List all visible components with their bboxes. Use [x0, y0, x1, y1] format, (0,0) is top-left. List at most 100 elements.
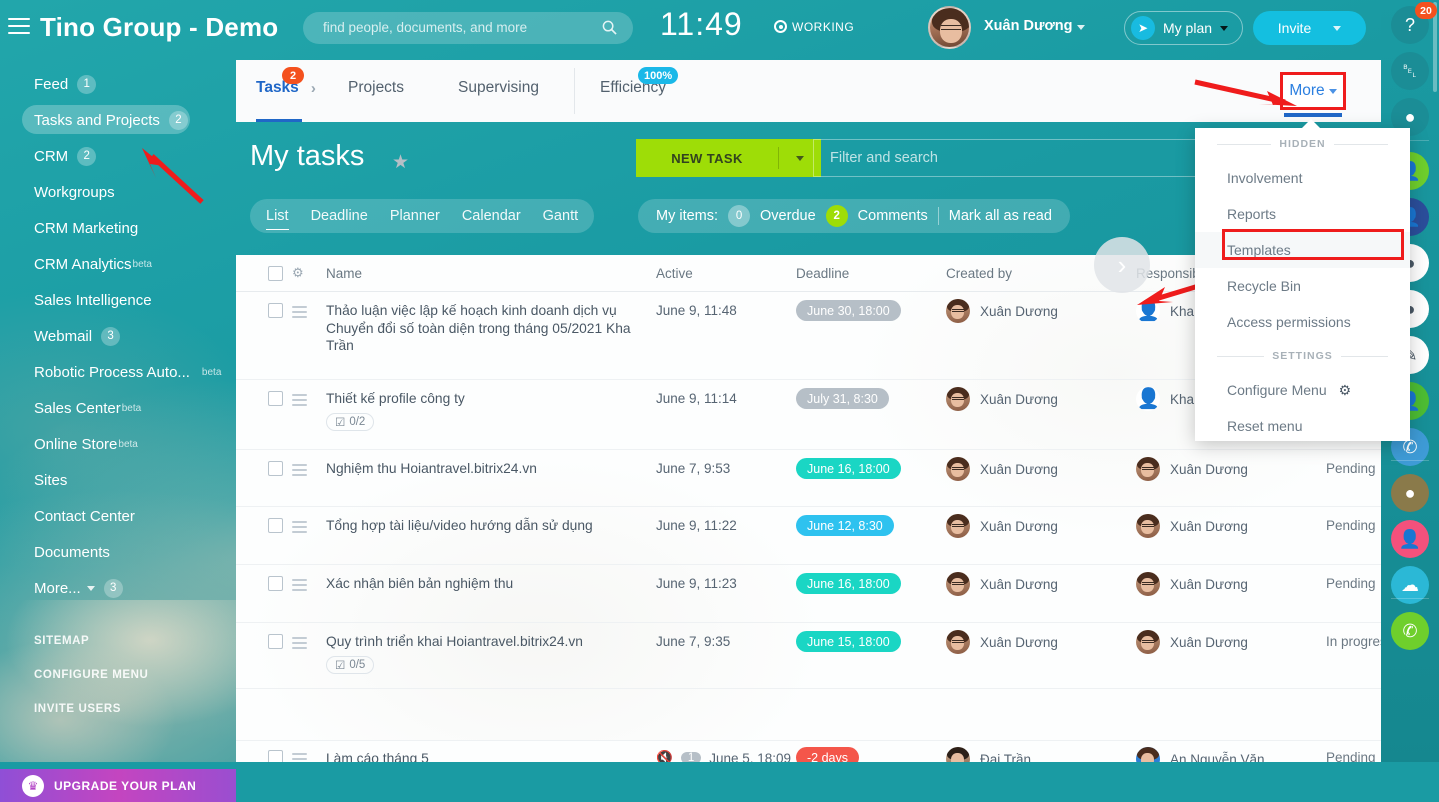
drag-handle[interactable] — [292, 292, 326, 321]
invite-button[interactable]: Invite — [1253, 11, 1366, 45]
table-row[interactable]: Tổng hợp tài liệu/video hướng dẫn sử dụn… — [236, 507, 1381, 565]
row-checkbox[interactable] — [236, 507, 292, 533]
view-list[interactable]: List — [266, 208, 289, 230]
task-name[interactable]: Quy trình triển khai Hoiantravel.bitrix2… — [326, 633, 656, 651]
task-deadline: July 31, 8:30 — [796, 380, 946, 409]
checklist-icon: ☑ — [335, 659, 346, 672]
table-row[interactable]: Nghiệm thu Hoiantravel.bitrix24.vn June 7… — [236, 450, 1381, 507]
sidebar-item-invite-users[interactable]: INVITE USERS — [0, 692, 236, 726]
upgrade-plan-banner[interactable]: ♛ UPGRADE YOUR PLAN — [0, 769, 236, 802]
tab-supervising[interactable]: Supervising — [458, 60, 539, 122]
sidebar-item-tasks-and-projects[interactable]: Tasks and Projects 2 — [0, 102, 236, 138]
tab-efficiency[interactable]: Efficiency 100% — [600, 60, 679, 122]
drag-handle[interactable] — [292, 380, 326, 409]
table-row[interactable]: Xác nhận biên bản nghiệm thu June 9, 11:2… — [236, 565, 1381, 623]
avatar: 👤 — [1136, 387, 1160, 411]
star-icon[interactable]: ★ — [392, 151, 409, 174]
drag-handle[interactable] — [292, 565, 326, 594]
divider — [937, 207, 939, 225]
task-name[interactable]: Tổng hợp tài liệu/video hướng dẫn sử dụn… — [326, 517, 656, 535]
select-all-checkbox[interactable] — [236, 265, 292, 281]
sidebar-item-feed[interactable]: Feed 1 — [0, 66, 236, 102]
row-checkbox[interactable] — [236, 380, 292, 406]
task-name[interactable]: Thảo luận việc lập kế hoạch kinh doanh d… — [326, 302, 656, 355]
row-checkbox[interactable] — [236, 623, 292, 649]
task-responsible: An Nguyễn Văn — [1136, 741, 1326, 762]
task-name[interactable]: Xác nhận biên bản nghiệm thu — [326, 575, 656, 593]
search-input[interactable]: find people, documents, and more — [303, 12, 633, 44]
upgrade-label: UPGRADE YOUR PLAN — [54, 778, 197, 793]
view-calendar[interactable]: Calendar — [462, 208, 521, 224]
sidebar-item-robotic-process-auto[interactable]: Robotic Process Auto... beta — [0, 354, 236, 390]
tab-tasks[interactable]: Tasks › 2 — [256, 60, 316, 122]
table-row[interactable]: Quy trình triển khai Hoiantravel.bitrix2… — [236, 623, 1381, 689]
dropdown-item-access-permissions[interactable]: Access permissions — [1195, 304, 1410, 340]
column-header-active[interactable]: Active — [656, 266, 796, 281]
row-checkbox[interactable] — [236, 450, 292, 476]
dropdown-item-templates[interactable]: Templates — [1195, 232, 1410, 268]
avatar-photo-icon[interactable]: ● — [1391, 474, 1429, 512]
sidebar-item-crm-analytics[interactable]: CRM Analytics beta — [0, 246, 236, 282]
sidebar-item-configure-menu[interactable]: CONFIGURE MENU — [0, 658, 236, 692]
hamburger-icon[interactable] — [8, 18, 30, 36]
drag-handle[interactable] — [292, 741, 326, 762]
task-deadline: June 16, 18:00 — [796, 565, 946, 594]
notification-badge: 20 — [1415, 2, 1437, 19]
contact-pink-icon[interactable]: 👤 — [1391, 520, 1429, 558]
dropdown-item-configure-menu[interactable]: Configure Menu ⚙ — [1195, 372, 1410, 408]
view-gantt[interactable]: Gantt — [543, 208, 578, 224]
task-active-date: June 7, 9:35 — [656, 634, 731, 649]
new-task-button[interactable]: NEW TASK — [636, 139, 821, 177]
task-created-by: Xuân Dương — [946, 507, 1136, 538]
row-checkbox[interactable] — [236, 565, 292, 591]
column-header-deadline[interactable]: Deadline — [796, 266, 946, 281]
user-name[interactable]: Xuân Dương — [984, 18, 1085, 34]
task-name[interactable]: Nghiệm thu Hoiantravel.bitrix24.vn — [326, 460, 656, 478]
chevron-down-icon — [86, 585, 95, 591]
sidebar-item-sales-center[interactable]: Sales Center beta — [0, 390, 236, 426]
sidebar-item-sales-intelligence[interactable]: Sales Intelligence — [0, 282, 236, 318]
sidebar-item-sitemap[interactable]: SITEMAP — [0, 624, 236, 658]
sidebar-item-contact-center[interactable]: Contact Center — [0, 498, 236, 534]
page-title: Tino Group - Demo — [40, 12, 279, 42]
status-badge[interactable]: WORKING — [774, 18, 854, 34]
dropdown-item-reset-menu[interactable]: Reset menu — [1195, 408, 1410, 444]
dropdown-item-reports[interactable]: Reports — [1195, 196, 1410, 232]
bell-icon[interactable]: ␇ — [1391, 52, 1429, 90]
overdue-label[interactable]: Overdue — [760, 208, 816, 224]
mark-all-as-read-button[interactable]: Mark all as read — [949, 208, 1052, 224]
table-row[interactable]: Làm cáo tháng 5 🔇 1 June 5, 18:09 -2 day… — [236, 740, 1381, 762]
sidebar-item-sites[interactable]: Sites — [0, 462, 236, 498]
phone-green-icon[interactable]: ✆ — [1391, 612, 1429, 650]
task-active-date: June 5, 18:09 — [709, 750, 792, 763]
sidebar-item-documents[interactable]: Documents — [0, 534, 236, 570]
avatar — [946, 299, 970, 323]
sidebar-item-online-store[interactable]: Online Store beta — [0, 426, 236, 462]
dropdown-item-involvement[interactable]: Involvement — [1195, 160, 1410, 196]
avatar[interactable] — [928, 6, 971, 49]
drag-handle[interactable] — [292, 623, 326, 652]
sidebar-item-count: 1 — [77, 74, 97, 94]
sidebar-item-label: More... — [34, 579, 81, 597]
my-plan-button[interactable]: ➤ My plan — [1124, 11, 1244, 45]
sidebar-item-crm-marketing[interactable]: CRM Marketing — [0, 210, 236, 246]
row-checkbox[interactable] — [236, 741, 292, 762]
column-header-name[interactable]: Name — [326, 266, 656, 281]
sidebar-item-webmail[interactable]: Webmail 3 — [0, 318, 236, 354]
sidebar-item-count: 2 — [77, 146, 97, 166]
dropdown-item-recycle-bin[interactable]: Recycle Bin — [1195, 268, 1410, 304]
comment-count: 1 — [680, 752, 702, 762]
drag-handle[interactable] — [292, 450, 326, 479]
task-name[interactable]: Làm cáo tháng 5 — [326, 741, 656, 762]
sidebar-item-more[interactable]: More... 3 — [0, 570, 236, 606]
row-checkbox[interactable] — [236, 292, 292, 318]
drag-handle[interactable] — [292, 507, 326, 536]
task-name[interactable]: Thiết kế profile công ty — [326, 390, 656, 408]
tab-projects[interactable]: Projects — [348, 60, 404, 122]
comments-label[interactable]: Comments — [858, 208, 928, 224]
view-deadline[interactable]: Deadline — [311, 208, 368, 224]
record-icon — [774, 20, 787, 33]
gear-icon[interactable]: ⚙ — [292, 264, 326, 282]
view-planner[interactable]: Planner — [390, 208, 440, 224]
chevron-down-icon — [1220, 25, 1229, 31]
